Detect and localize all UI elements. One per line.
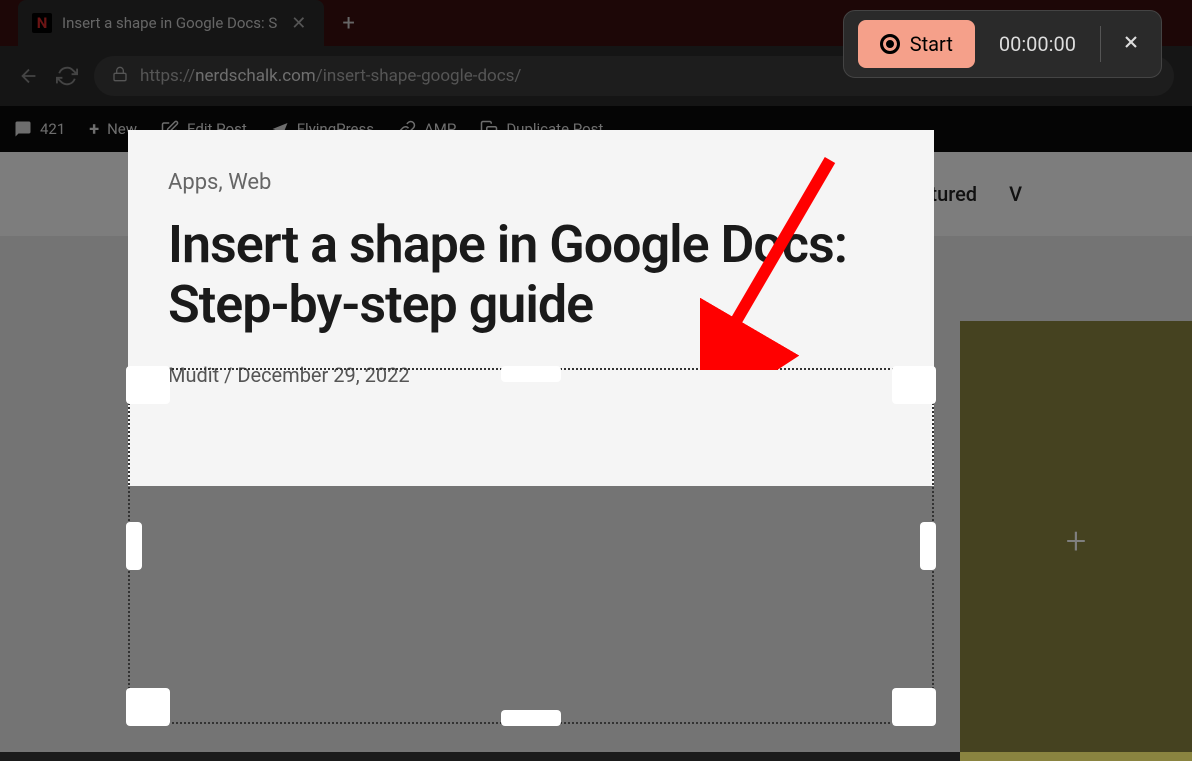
article-date: December 29, 2022: [237, 363, 409, 387]
record-start-button[interactable]: Start: [858, 20, 975, 68]
url-text: https://nerdschalk.com/insert-shape-goog…: [140, 66, 521, 86]
plus-icon: +: [89, 119, 99, 140]
browser-tab[interactable]: N Insert a shape in Google Docs: S ✕: [18, 0, 324, 46]
record-timer: 00:00:00: [989, 32, 1086, 56]
tab-title: Insert a shape in Google Docs: S: [62, 14, 277, 32]
tab-close-button[interactable]: ✕: [287, 11, 310, 36]
lock-icon: [112, 66, 128, 87]
record-icon: [880, 34, 900, 54]
divider: [1100, 26, 1101, 62]
reload-button[interactable]: [56, 65, 78, 87]
add-icon: +: [1066, 520, 1086, 562]
article-title: Insert a shape in Google Docs: Step-by-s…: [168, 215, 894, 335]
comments-count: 421: [40, 120, 65, 138]
nav-item-partial[interactable]: V: [1009, 182, 1022, 206]
article-categories[interactable]: Apps, Web: [168, 170, 894, 195]
article-meta: Mudit / December 29, 2022: [168, 363, 894, 387]
new-tab-button[interactable]: +: [342, 11, 354, 36]
recorder-close-button[interactable]: [1115, 26, 1147, 63]
article-card: Apps, Web Insert a shape in Google Docs:…: [128, 130, 934, 486]
tab-favicon: N: [32, 13, 52, 33]
admin-comments[interactable]: 421: [14, 120, 65, 138]
article-author[interactable]: Mudit: [168, 363, 219, 387]
screen-recorder-bar: Start 00:00:00: [843, 10, 1162, 78]
sidebar-widget[interactable]: +: [960, 321, 1192, 761]
back-button[interactable]: [18, 65, 40, 87]
